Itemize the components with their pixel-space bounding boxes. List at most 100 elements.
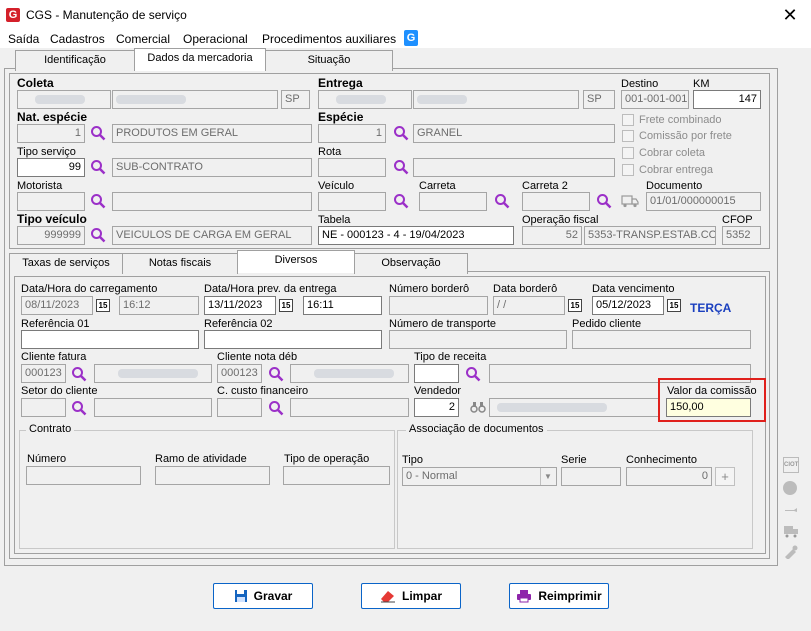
- limpar-button[interactable]: Limpar: [361, 583, 461, 609]
- frete-combinado-checkbox[interactable]: [622, 114, 634, 126]
- coleta-uf-field[interactable]: SP: [281, 90, 310, 109]
- operacao-fiscal-desc-field[interactable]: 5353-TRANSP.ESTAB.CO: [584, 226, 716, 245]
- calendar-icon[interactable]: 15: [568, 299, 582, 312]
- search-icon[interactable]: [90, 227, 106, 243]
- gravar-button[interactable]: Gravar: [213, 583, 313, 609]
- search-icon[interactable]: [494, 193, 510, 209]
- setor-cliente-code-field[interactable]: [21, 398, 66, 417]
- serie-field[interactable]: [561, 467, 621, 486]
- tipo-veiculo-desc-field[interactable]: VEICULOS DE CARGA EM GERAL: [112, 226, 312, 245]
- rota-desc-field[interactable]: [413, 158, 615, 177]
- calendar-icon[interactable]: 15: [667, 299, 681, 312]
- nat-especie-code-field[interactable]: 1: [17, 124, 85, 143]
- tabela-field[interactable]: NE - 000123 - 4 - 19/04/2023: [318, 226, 514, 245]
- especie-desc-field[interactable]: GRANEL: [413, 124, 615, 143]
- tipo-servico-code-field[interactable]: 99: [17, 158, 85, 177]
- menu-procedimentos[interactable]: Procedimentos auxiliares: [262, 32, 396, 46]
- carreta-field[interactable]: [419, 192, 487, 211]
- operacao-fiscal-code-field[interactable]: 52: [522, 226, 582, 245]
- search-icon[interactable]: [90, 159, 106, 175]
- cliente-nota-deb-name-field[interactable]: [290, 364, 409, 383]
- tab-taxas-servicos[interactable]: Taxas de serviços: [9, 253, 123, 274]
- custo-financeiro-code-field[interactable]: [217, 398, 262, 417]
- hand-icon[interactable]: [783, 503, 799, 517]
- rota-code-field[interactable]: [318, 158, 386, 177]
- ciot-icon[interactable]: CIOT: [783, 457, 799, 473]
- entrega-code-field[interactable]: [318, 90, 412, 109]
- valor-comissao-field[interactable]: 150,00: [666, 398, 751, 417]
- menu-comercial[interactable]: Comercial: [116, 32, 170, 46]
- circle-icon[interactable]: [783, 481, 797, 495]
- calendar-icon[interactable]: 15: [96, 299, 110, 312]
- documento-field[interactable]: 01/01/000000015: [646, 192, 761, 211]
- tab-identificacao[interactable]: Identificação: [15, 50, 135, 71]
- tab-observacao[interactable]: Observação: [354, 253, 468, 274]
- search-icon[interactable]: [393, 125, 409, 141]
- motorista-code-field[interactable]: [17, 192, 85, 211]
- data-carregamento-field[interactable]: 08/11/2023: [21, 296, 93, 315]
- hora-entrega-field[interactable]: 16:11: [303, 296, 382, 315]
- search-icon[interactable]: [268, 366, 284, 382]
- hora-carregamento-field[interactable]: 16:12: [119, 296, 199, 315]
- coleta-name-field[interactable]: [112, 90, 278, 109]
- carreta2-field[interactable]: [522, 192, 590, 211]
- custo-financeiro-name-field[interactable]: [290, 398, 409, 417]
- tipo-servico-desc-field[interactable]: SUB-CONTRATO: [112, 158, 312, 177]
- tab-dados-mercadoria[interactable]: Dados da mercadoria: [134, 48, 266, 71]
- km-field[interactable]: 147: [693, 90, 761, 109]
- search-icon[interactable]: [90, 125, 106, 141]
- contrato-numero-field[interactable]: [26, 466, 141, 485]
- chevron-down-icon[interactable]: ▼: [540, 468, 555, 485]
- data-vencimento-field[interactable]: 05/12/2023: [592, 296, 664, 315]
- vendedor-code-field[interactable]: 2: [414, 398, 459, 417]
- pedido-cliente-field[interactable]: [572, 330, 751, 349]
- vendedor-name-field[interactable]: [489, 398, 659, 417]
- referencia2-field[interactable]: [204, 330, 382, 349]
- entrega-name-field[interactable]: [413, 90, 579, 109]
- tipo-veiculo-code-field[interactable]: 999999: [17, 226, 85, 245]
- search-icon[interactable]: [393, 193, 409, 209]
- referencia1-field[interactable]: [21, 330, 199, 349]
- truck-icon[interactable]: [783, 524, 799, 538]
- veiculo-field[interactable]: [318, 192, 386, 211]
- tipo-select[interactable]: 0 - Normal: [402, 467, 557, 486]
- tab-diversos[interactable]: Diversos: [237, 250, 355, 273]
- motorista-name-field[interactable]: [112, 192, 312, 211]
- help-icon[interactable]: G: [404, 30, 418, 46]
- add-icon[interactable]: +: [715, 467, 735, 486]
- tipo-operacao-field[interactable]: [283, 466, 390, 485]
- cobrar-entrega-checkbox[interactable]: [622, 164, 634, 176]
- setor-cliente-name-field[interactable]: [94, 398, 212, 417]
- tipo-receita-code-field[interactable]: [414, 364, 459, 383]
- ramo-atividade-field[interactable]: [155, 466, 270, 485]
- cliente-nota-deb-code-field[interactable]: 000123: [217, 364, 262, 383]
- numero-transporte-field[interactable]: [389, 330, 567, 349]
- data-entrega-field[interactable]: 13/11/2023: [204, 296, 276, 315]
- search-icon[interactable]: [268, 400, 284, 416]
- search-icon[interactable]: [90, 193, 106, 209]
- search-icon[interactable]: [71, 400, 87, 416]
- reimprimir-button[interactable]: Reimprimir: [509, 583, 609, 609]
- coleta-code-field[interactable]: [17, 90, 111, 109]
- menu-saida[interactable]: Saída: [8, 32, 39, 46]
- data-bordero-field[interactable]: / /: [493, 296, 565, 315]
- tab-situacao[interactable]: Situação: [265, 50, 393, 71]
- cliente-fatura-code-field[interactable]: 000123: [21, 364, 66, 383]
- conhecimento-field[interactable]: 0: [626, 467, 712, 486]
- cliente-fatura-name-field[interactable]: [94, 364, 212, 383]
- close-icon[interactable]: ✕: [775, 4, 805, 26]
- menu-operacional[interactable]: Operacional: [183, 32, 248, 46]
- cobrar-coleta-checkbox[interactable]: [622, 147, 634, 159]
- especie-code-field[interactable]: 1: [318, 124, 386, 143]
- nat-especie-desc-field[interactable]: PRODUTOS EM GERAL: [112, 124, 312, 143]
- search-icon[interactable]: [71, 366, 87, 382]
- entrega-uf-field[interactable]: SP: [583, 90, 615, 109]
- menu-cadastros[interactable]: Cadastros: [50, 32, 105, 46]
- tab-notas-fiscais[interactable]: Notas fiscais: [122, 253, 238, 274]
- calendar-icon[interactable]: 15: [279, 299, 293, 312]
- destino-field[interactable]: 001-001-001: [621, 90, 689, 109]
- numero-bordero-field[interactable]: [389, 296, 488, 315]
- search-icon[interactable]: [465, 366, 481, 382]
- tools-icon[interactable]: [783, 545, 799, 559]
- comissao-frete-checkbox[interactable]: [622, 130, 634, 142]
